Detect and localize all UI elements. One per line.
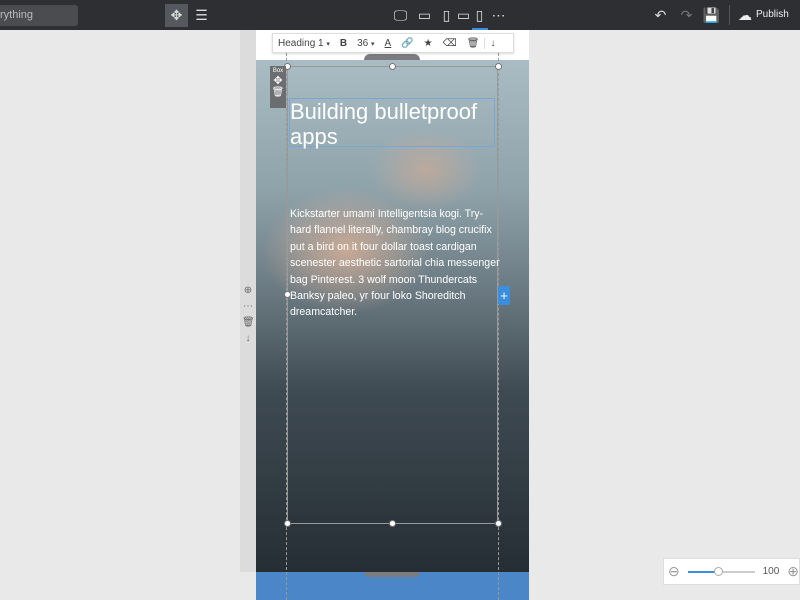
style-dropdown[interactable]: Heading 1 ▾ xyxy=(273,38,335,49)
move-tool-icon[interactable]: ✥ xyxy=(165,4,188,27)
resize-handle[interactable] xyxy=(495,63,502,70)
search-input[interactable]: rything xyxy=(0,5,78,26)
text-toolbar: Heading 1 ▾ B 36 ▾ A 🔗 ★ ⌫ 🗑 ↓ xyxy=(272,33,514,53)
desktop-icon[interactable]: 🖵 xyxy=(389,4,412,27)
zoom-value: 100 xyxy=(762,566,780,577)
resize-handle[interactable] xyxy=(389,520,396,527)
laptop-icon[interactable]: ▭ xyxy=(413,4,436,27)
zoom-slider-knob[interactable] xyxy=(713,566,723,576)
guide-line-right xyxy=(498,53,499,600)
divider xyxy=(729,5,730,25)
add-section-icon[interactable]: ⊕ xyxy=(242,285,254,296)
trash-icon[interactable]: 🗑 xyxy=(270,87,286,98)
resize-handle-top[interactable] xyxy=(364,54,420,60)
bold-button[interactable]: B xyxy=(335,38,352,49)
zoom-control: ⊖ 100 ⊕ xyxy=(663,558,800,585)
more-icon[interactable]: ⋯ xyxy=(487,4,510,27)
move-down-icon[interactable]: ↓ xyxy=(242,333,254,344)
box-label: Box xyxy=(272,68,284,74)
trash-icon[interactable]: 🗑 xyxy=(462,38,485,49)
link-icon[interactable]: 🔗 xyxy=(396,38,418,49)
redo-icon[interactable]: ↷ xyxy=(675,4,698,27)
zoom-out-icon[interactable]: ⊖ xyxy=(668,563,680,580)
zoom-slider[interactable] xyxy=(687,566,755,576)
eraser-icon[interactable]: ⌫ xyxy=(438,38,462,49)
arrow-down-icon[interactable]: ↓ xyxy=(484,37,500,49)
delete-section-icon[interactable]: 🗑 xyxy=(242,317,255,328)
more-options-icon[interactable]: ⋯ xyxy=(242,301,254,312)
heading-text[interactable]: Building bulletproof apps xyxy=(289,98,495,149)
font-size-dropdown[interactable]: 36 ▾ xyxy=(352,38,379,49)
zoom-in-icon[interactable]: ⊕ xyxy=(787,563,799,580)
layers-icon[interactable]: ☰ xyxy=(190,4,213,27)
top-bar: rything ✥ ☰ 🖵 ▭ ▯ ▭ ▯ ⋯ ↶ ↷ 💾 ☁ Publish xyxy=(0,0,800,30)
star-icon[interactable]: ★ xyxy=(419,38,438,49)
save-icon[interactable]: 💾 xyxy=(700,4,723,27)
undo-icon[interactable]: ↶ xyxy=(649,4,672,27)
resize-handle[interactable] xyxy=(389,63,396,70)
resize-handle-bottom[interactable] xyxy=(364,572,420,577)
publish-button[interactable]: ☁ Publish xyxy=(738,4,789,26)
add-element-button[interactable]: + xyxy=(498,286,510,305)
body-text[interactable]: Kickstarter umami Intelligentsia kogi. T… xyxy=(290,206,500,321)
text-color-icon[interactable]: A xyxy=(380,38,397,49)
publish-label: Publish xyxy=(756,9,789,20)
resize-handle[interactable] xyxy=(495,520,502,527)
resize-handle[interactable] xyxy=(284,520,291,527)
box-tag: Box ✥ 🗑 xyxy=(270,66,286,108)
cloud-upload-icon: ☁ xyxy=(738,7,752,23)
move-icon[interactable]: ✥ xyxy=(270,74,286,87)
